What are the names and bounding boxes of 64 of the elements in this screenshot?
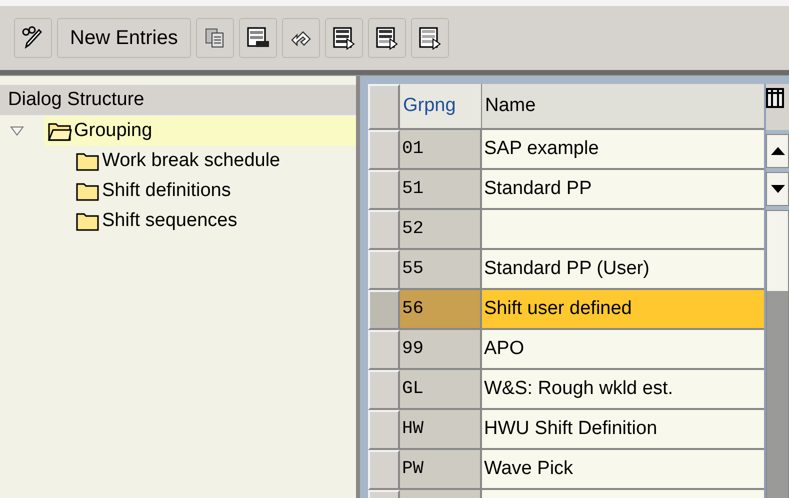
- glasses-pencil-icon: [21, 26, 45, 50]
- table-cell: PW: [400, 450, 482, 490]
- tree-item-label: Shift sequences: [102, 208, 238, 233]
- delete-row-icon: [246, 26, 270, 50]
- column-header[interactable]: Name: [482, 84, 764, 130]
- row-selector[interactable]: [368, 330, 400, 370]
- row-selector[interactable]: [368, 210, 400, 250]
- folder-icon: [76, 181, 100, 201]
- column-settings-button[interactable]: [766, 84, 789, 130]
- scroll-thumb[interactable]: [767, 291, 788, 498]
- scroll-up-button[interactable]: [766, 134, 789, 168]
- collapse-triangle-icon[interactable]: [8, 124, 26, 138]
- toolbar-button[interactable]: [410, 18, 449, 58]
- tree-item-label: Grouping: [74, 118, 152, 143]
- table-cell: 52: [400, 210, 482, 250]
- table-cell: 99: [400, 330, 482, 370]
- up-arrow-icon: [770, 147, 784, 155]
- down-arrow-icon: [770, 185, 784, 193]
- table-cell: Standard PP: [482, 170, 764, 210]
- table-cell: HW: [400, 410, 482, 450]
- table-cell: SAP example: [482, 130, 764, 170]
- panel-title: Dialog Structure: [0, 84, 356, 116]
- toolbar-button[interactable]: [368, 18, 406, 58]
- table-cell: W&S: Rough wkld est.: [482, 370, 764, 410]
- table-cell: 55: [400, 250, 482, 290]
- tree-item[interactable]: Work break schedule: [72, 146, 356, 176]
- row-selector[interactable]: [368, 170, 400, 210]
- toolbar-button[interactable]: New Entries: [57, 18, 191, 58]
- table-cell: HWU Shift Definition: [482, 410, 764, 450]
- toolbar-button[interactable]: [282, 18, 320, 58]
- tree-item-label: Shift definitions: [102, 178, 231, 203]
- table-cell: 01: [400, 130, 482, 170]
- table-cell: Standard PP (User): [482, 250, 764, 290]
- open-folder-icon: [48, 121, 72, 141]
- table-cell: Shift user defined: [482, 290, 764, 330]
- tree-item[interactable]: Shift sequences: [72, 206, 356, 236]
- table-cell: Wave Pick: [482, 450, 764, 490]
- table-cell: 56: [400, 290, 482, 330]
- toolbar-button[interactable]: [324, 18, 363, 58]
- folder-icon: [76, 211, 100, 231]
- tree-item[interactable]: Grouping: [44, 116, 356, 146]
- row-selector[interactable]: [368, 410, 400, 450]
- table-cell: GL: [400, 370, 482, 410]
- select-all-cell[interactable]: [368, 84, 400, 130]
- table-select-icon: [332, 26, 356, 50]
- row-selector[interactable]: [368, 290, 400, 330]
- scroll-down-button[interactable]: [766, 172, 789, 206]
- toolbar-button[interactable]: [14, 18, 52, 58]
- row-selector[interactable]: [368, 450, 400, 490]
- table-cell: 51: [400, 170, 482, 210]
- scroll-track[interactable]: [766, 210, 789, 498]
- toolbar-button[interactable]: [238, 18, 277, 58]
- tree-item-label: Work break schedule: [102, 148, 280, 173]
- table-select-icon: [418, 26, 442, 50]
- toolbar-button[interactable]: [196, 18, 234, 58]
- row-selector[interactable]: [368, 130, 400, 170]
- column-header[interactable]: Grpng: [400, 84, 482, 130]
- tree-item[interactable]: Shift definitions: [72, 176, 356, 206]
- row-selector[interactable]: [368, 370, 400, 410]
- table-select-icon: [374, 26, 399, 50]
- table-cell: APO: [482, 330, 764, 370]
- folder-icon: [76, 151, 100, 171]
- row-selector[interactable]: [368, 250, 400, 290]
- table-settings-icon: [766, 88, 784, 108]
